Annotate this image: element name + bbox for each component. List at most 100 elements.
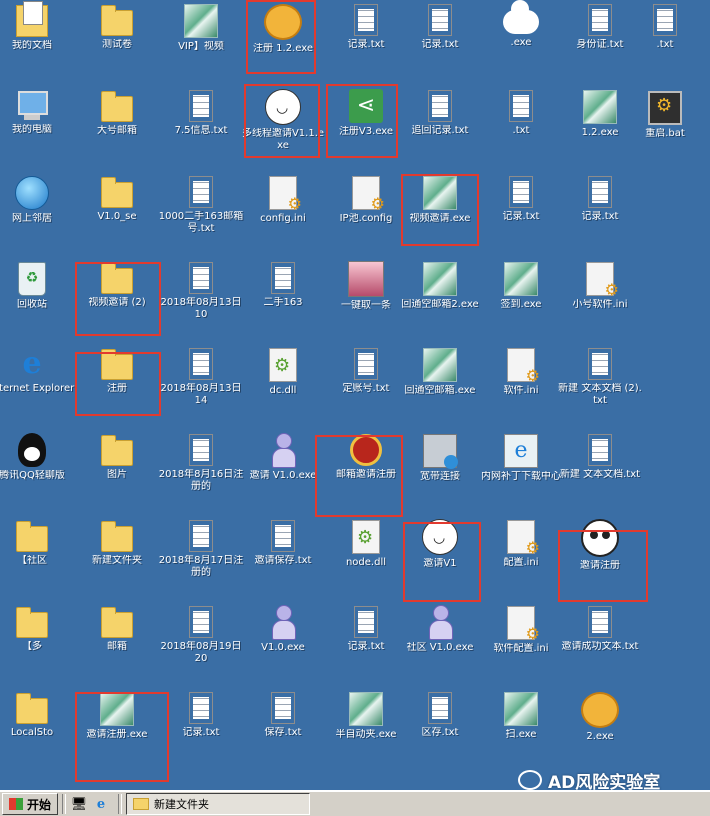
desktop-icon[interactable]: dc.dll: [240, 344, 326, 424]
desktop-icon[interactable]: 测试卷: [74, 0, 160, 80]
desktop-icon-label: 邀请成功文本.txt: [561, 641, 639, 652]
network-places-icon: [15, 176, 49, 210]
desktop-icon[interactable]: 邀请注册: [557, 516, 643, 596]
folder-icon: [16, 521, 48, 552]
desktop-icon[interactable]: 社区 V1.0.exe: [397, 602, 483, 682]
desktop-icon[interactable]: 大号邮箱: [74, 86, 160, 166]
text-file-icon: [588, 606, 612, 638]
taskbar-window-button[interactable]: 新建文件夹: [126, 793, 311, 815]
desktop-icon[interactable]: 邀请成功文本.txt: [557, 602, 643, 682]
desktop-icon[interactable]: VIP】视频: [158, 0, 244, 80]
exe-icon: [184, 4, 218, 38]
desktop-icon[interactable]: 记录.txt: [158, 688, 244, 768]
desktop-icon[interactable]: 7.5信息.txt: [158, 86, 244, 166]
desktop-icon[interactable]: 2018年08月13日 10: [158, 258, 244, 338]
desktop-icon[interactable]: 扫.exe: [478, 688, 564, 768]
desktop-icon[interactable]: 邀请注册.exe: [74, 688, 160, 768]
text-file-icon: [189, 348, 213, 380]
desktop-icon-label: LocalSto: [10, 727, 54, 738]
desktop-icon[interactable]: 1000二手163邮箱号.txt: [158, 172, 244, 252]
folder-icon: [16, 607, 48, 638]
config-file-icon: [507, 520, 540, 557]
desktop-icon[interactable]: ♻ 回收站: [0, 258, 75, 338]
person-icon: [427, 605, 453, 640]
desktop-icon[interactable]: 2.exe: [557, 688, 643, 768]
desktop-icon[interactable]: 保存.txt: [240, 688, 326, 768]
desktop-icon[interactable]: 我的电脑: [0, 86, 75, 166]
desktop-icon[interactable]: V1.0.exe: [240, 602, 326, 682]
desktop-icon[interactable]: 签到.exe: [478, 258, 564, 338]
text-file-icon: [428, 692, 452, 724]
text-file-icon: [354, 606, 378, 638]
desktop-icon-label: 【社区: [17, 555, 47, 566]
desktop-icon[interactable]: 视频邀请.exe: [397, 172, 483, 252]
desktop-icon[interactable]: 追回记录.txt: [397, 86, 483, 166]
desktop-icon[interactable]: .exe: [478, 0, 564, 80]
desktop-icon[interactable]: V1.0_se: [74, 172, 160, 252]
desktop-icon[interactable]: 【社区: [0, 516, 75, 596]
desktop-icon-label: 我的电脑: [12, 124, 52, 135]
desktop-icon[interactable]: 小号软件.ini: [557, 258, 643, 338]
text-file-icon: [653, 4, 677, 36]
desktop-icon[interactable]: e 内网补丁下载中心: [478, 430, 564, 510]
desktop-icon[interactable]: 邀请V1: [397, 516, 483, 596]
desktop-icon[interactable]: 2018年8月16日注册的: [158, 430, 244, 510]
desktop-icon[interactable]: 邮箱: [74, 602, 160, 682]
desktop-icon[interactable]: 注册: [74, 344, 160, 424]
desktop-icon[interactable]: 回通空邮箱2.exe: [397, 258, 483, 338]
desktop-icon[interactable]: e Internet Explorer: [0, 344, 75, 424]
desktop-icon[interactable]: 邀请保存.txt: [240, 516, 326, 596]
desktop-icon[interactable]: .txt: [622, 0, 708, 80]
folder-icon: [101, 607, 133, 638]
exe-icon: [423, 176, 457, 210]
watermark: AD风险实验室: [518, 768, 660, 793]
red-badge-icon: [350, 434, 382, 466]
desktop-icon[interactable]: 图片: [74, 430, 160, 510]
desktop-icon[interactable]: config.ini: [240, 172, 326, 252]
desktop-icon-label: 回通空邮箱.exe: [404, 385, 476, 396]
desktop-icon[interactable]: .txt: [478, 86, 564, 166]
start-button[interactable]: 开始: [2, 793, 59, 815]
config-file-icon: [507, 606, 540, 643]
desktop-icon[interactable]: 软件.ini: [478, 344, 564, 424]
folder-icon: [101, 263, 133, 294]
desktop-icon[interactable]: 2018年8月17日注册的: [158, 516, 244, 596]
desktop-icon[interactable]: 新建 文本文档 (2).txt: [557, 344, 643, 424]
show-desktop-icon[interactable]: 🖥: [70, 795, 88, 813]
desktop-icon[interactable]: 新建 文本文档.txt: [557, 430, 643, 510]
desktop-icon[interactable]: 2018年08月19日 20: [158, 602, 244, 682]
desktop-icon[interactable]: 区存.txt: [397, 688, 483, 768]
exe-icon: [504, 262, 538, 296]
desktop-icon-label: 软件配置.ini: [493, 643, 549, 654]
desktop-icon[interactable]: 视频邀请 (2): [74, 258, 160, 338]
text-file-icon: [428, 4, 452, 36]
text-file-icon: [189, 176, 213, 208]
desktop-icon[interactable]: 回通空邮箱.exe: [397, 344, 483, 424]
desktop-icon[interactable]: 记录.txt: [478, 172, 564, 252]
desktop-icon[interactable]: 我的文档: [0, 0, 75, 80]
desktop-icon-label: 记录.txt: [182, 727, 220, 738]
desktop-icon[interactable]: 记录.txt: [397, 0, 483, 80]
desktop-icon-label: 网上邻居: [12, 213, 52, 224]
desktop-icon-label: .txt: [656, 39, 674, 50]
desktop-icon[interactable]: 网上邻居: [0, 172, 75, 252]
desktop-icon-label: 软件.ini: [503, 385, 539, 396]
desktop-icon-label: 图片: [107, 469, 127, 480]
desktop-icon[interactable]: 注册 1.2.exe: [240, 0, 326, 80]
desktop-icon[interactable]: 2018年08月13日 14: [158, 344, 244, 424]
desktop-icon[interactable]: 软件配置.ini: [478, 602, 564, 682]
desktop-icon[interactable]: 二手163: [240, 258, 326, 338]
desktop-icon[interactable]: 记录.txt: [557, 172, 643, 252]
desktop-icon[interactable]: 【多: [0, 602, 75, 682]
desktop-icon[interactable]: LocalSto: [0, 688, 75, 768]
desktop-icon[interactable]: 宽带连接: [397, 430, 483, 510]
desktop-icon[interactable]: 新建文件夹: [74, 516, 160, 596]
desktop-icon[interactable]: 邀请 V1.0.exe: [240, 430, 326, 510]
desktop-icon[interactable]: 重启.bat: [622, 86, 708, 166]
desktop-icon[interactable]: 腾讯QQ轻聊版: [0, 430, 75, 510]
dll-icon: [269, 348, 297, 382]
internet-explorer-icon[interactable]: e: [92, 795, 110, 813]
desktop-icon[interactable]: 多线程邀请V1.1.exe: [240, 86, 326, 166]
desktop-icon[interactable]: 配置.ini: [478, 516, 564, 596]
wechat-logo-icon: [518, 770, 542, 790]
